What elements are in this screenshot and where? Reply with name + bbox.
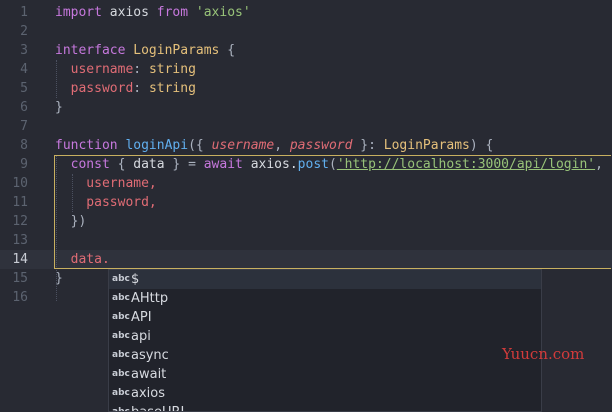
code-token: loginApi — [125, 138, 189, 153]
suggestion-item[interactable]: abc AHttp — [109, 289, 541, 308]
code-token: 'axios' — [195, 5, 251, 20]
code-token: : — [133, 62, 149, 77]
suggestion-item[interactable]: abc API — [109, 308, 541, 327]
suggestion-item[interactable]: abc $ — [109, 270, 541, 289]
bracket-highlight — [54, 155, 611, 269]
code-line[interactable]: 1 import axios from 'axios' — [0, 3, 612, 22]
code-line[interactable]: 7 — [0, 117, 612, 136]
code-token: LoginParams — [133, 43, 220, 58]
suggestion-label: axios — [131, 386, 165, 401]
autocomplete-popup[interactable]: abc $ abc AHttp abc API abc api abc async abc await… — [108, 269, 542, 412]
suggestion-label: $ — [131, 272, 140, 287]
line-number: 15 — [12, 271, 28, 286]
code-line[interactable]: 8 function loginApi({ username, password … — [0, 136, 612, 155]
code-token: import — [55, 5, 102, 20]
line-number: 8 — [20, 138, 28, 153]
code-token: string — [148, 81, 196, 96]
text-kind-icon: abc — [112, 331, 130, 341]
line-number: 1 — [20, 5, 28, 20]
suggestion-item[interactable]: abc axios — [109, 384, 541, 403]
code-line[interactable]: 2 — [0, 22, 612, 41]
suggestion-label: api — [131, 329, 151, 344]
line-code: } — [55, 98, 63, 117]
line-number: 11 — [12, 195, 28, 210]
code-token: from — [156, 5, 189, 20]
line-code: import axios from 'axios' — [55, 3, 251, 22]
suggestion-label: AHttp — [131, 291, 169, 306]
text-kind-icon: abc — [112, 350, 130, 360]
code-token: username — [211, 138, 275, 153]
line-number: 14 — [12, 252, 28, 267]
code-token: username — [55, 62, 134, 77]
watermark: Yuucn.com — [502, 345, 585, 363]
line-number: 10 — [12, 176, 28, 191]
line-number: 4 — [20, 62, 28, 77]
text-kind-icon: abc — [112, 407, 130, 412]
code-line[interactable]: 6} — [0, 98, 612, 117]
line-code: password: string — [55, 79, 196, 98]
code-line[interactable]: 3 interface LoginParams { — [0, 41, 612, 60]
line-number: 6 — [20, 100, 28, 115]
line-number: 12 — [12, 214, 28, 229]
code-token: { — [219, 43, 236, 58]
text-kind-icon: abc — [112, 312, 130, 322]
code-token: string — [148, 62, 196, 77]
code-token: } — [55, 100, 63, 115]
suggestion-label: API — [131, 310, 152, 325]
code-token: interface — [55, 43, 126, 58]
suggestion-item[interactable]: abc api — [109, 327, 541, 346]
line-number: 2 — [20, 24, 28, 39]
suggestion-item[interactable]: abc async — [109, 346, 541, 365]
indent-guide — [56, 60, 57, 98]
line-number: 3 — [20, 43, 28, 58]
code-token: password — [289, 138, 353, 153]
code-token: }: — [352, 138, 384, 153]
text-kind-icon: abc — [112, 274, 130, 284]
code-token: , — [274, 138, 290, 153]
line-code: username: string — [55, 60, 196, 79]
code-token: ) { — [469, 138, 494, 153]
suggestion-label: baseURL — [131, 403, 188, 411]
suggestion-label: async — [131, 348, 169, 363]
text-kind-icon: abc — [112, 388, 130, 398]
line-code: function loginApi({ username, password }… — [55, 136, 493, 155]
text-kind-icon: abc — [112, 293, 130, 303]
code-line[interactable]: 4 username: string — [0, 60, 612, 79]
line-number: 16 — [12, 290, 28, 305]
line-number: 7 — [20, 119, 28, 134]
suggestion-label: await — [131, 367, 167, 382]
code-token: axios — [101, 5, 157, 20]
suggestion-item[interactable]: abcbaseURL — [109, 403, 541, 412]
code-token: password — [55, 81, 134, 96]
suggestion-item[interactable]: abc await — [109, 365, 541, 384]
code-line[interactable]: 5 password: string — [0, 79, 612, 98]
line-number: 9 — [20, 157, 28, 172]
line-number: 5 — [20, 81, 28, 96]
line-code: interface LoginParams { — [55, 41, 235, 60]
code-token: function — [55, 138, 118, 153]
code-token: ({ — [188, 138, 212, 153]
code-token: LoginParams — [383, 138, 470, 153]
code-token: : — [133, 81, 149, 96]
line-number: 13 — [12, 233, 28, 248]
text-kind-icon: abc — [112, 369, 130, 379]
